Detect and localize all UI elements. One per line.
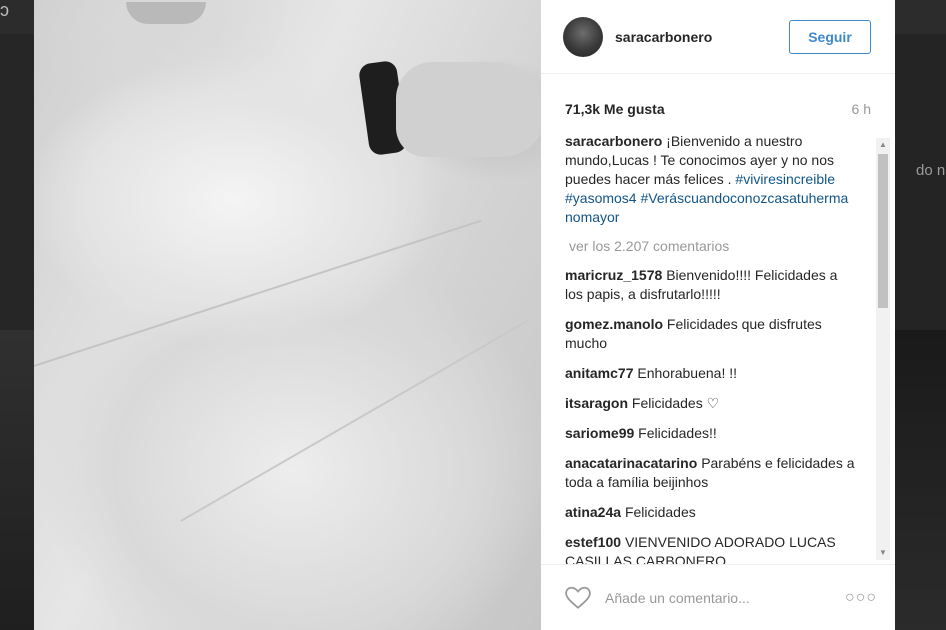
scrollbar-thumb[interactable] [878,154,888,308]
view-all-comments-link[interactable]: ver los 2.207 comentarios [569,237,855,256]
comment: estef100 VIENVENIDO ADORADO LUCAS CASILL… [565,533,855,564]
comment-text: Felicidades!! [638,425,717,441]
background-peek-text: do nad [916,162,946,179]
hashtag-link[interactable]: #viviresincreible [735,171,835,187]
post-caption: saracarbonero ¡Bienvenido a nuestro mund… [565,132,855,227]
photo-detail [34,219,482,383]
photo-detail [396,62,541,157]
scroll-up-arrow-icon[interactable]: ▲ [876,138,890,152]
comment: maricruz_1578 Bienvenido!!!! Felicidades… [565,266,855,304]
comment: sariome99 Felicidades!! [565,424,855,443]
photo-detail [180,320,528,522]
comments-area[interactable]: saracarbonero ¡Bienvenido a nuestro mund… [541,132,895,564]
comments-list: saracarbonero ¡Bienvenido a nuestro mund… [565,132,855,564]
post-header: saracarbonero Seguir [541,0,895,74]
comment: anacatarinacatarino Parabéns e felicidad… [565,454,855,492]
comments-scrollbar[interactable]: ▲ ▼ [876,138,890,560]
post-footer: ○○○ [541,564,895,630]
scroll-down-arrow-icon[interactable]: ▼ [876,546,890,560]
post-age[interactable]: 6 h [852,101,871,117]
comment-username[interactable]: itsaragon [565,395,628,411]
comment: anitamc77 Enhorabuena! !! [565,364,855,383]
background-logo-icon: ɔ [0,0,9,20]
comment-username[interactable]: maricruz_1578 [565,267,662,283]
likes-count[interactable]: 71,3k Me gusta [565,101,665,117]
comment-username[interactable]: gomez.manolo [565,316,663,332]
comment-username[interactable]: atina24a [565,504,621,520]
comment-text: Enhorabuena! !! [637,365,738,381]
background-right-image [895,330,946,630]
comment-text: Felicidades ♡ [631,395,720,411]
comment: atina24a Felicidades [565,503,855,522]
post-username[interactable]: saracarbonero [615,29,789,45]
caption-username[interactable]: saracarbonero [565,133,662,149]
comment-username[interactable]: anacatarinacatarino [565,455,697,471]
add-comment-input[interactable] [603,588,845,607]
post-photo[interactable] [34,0,541,630]
avatar[interactable] [563,16,603,57]
background-left-image [0,330,34,630]
follow-button[interactable]: Seguir [789,19,871,54]
more-options-icon[interactable]: ○○○ [845,589,876,607]
comment: gomez.manolo Felicidades que disfrutes m… [565,315,855,353]
comment-username[interactable]: anitamc77 [565,365,633,381]
comment-text: Felicidades [624,504,696,520]
comment-username[interactable]: estef100 [565,534,621,550]
post-modal: saracarbonero Seguir 71,3k Me gusta 6 h … [34,0,895,630]
hashtag-link[interactable]: #yasomos4 [565,190,637,206]
heart-icon[interactable] [565,586,591,610]
comment: itsaragon Felicidades ♡ [565,394,855,413]
post-sidebar: saracarbonero Seguir 71,3k Me gusta 6 h … [541,0,895,630]
photo-detail [126,2,206,24]
comment-username[interactable]: sariome99 [565,425,634,441]
